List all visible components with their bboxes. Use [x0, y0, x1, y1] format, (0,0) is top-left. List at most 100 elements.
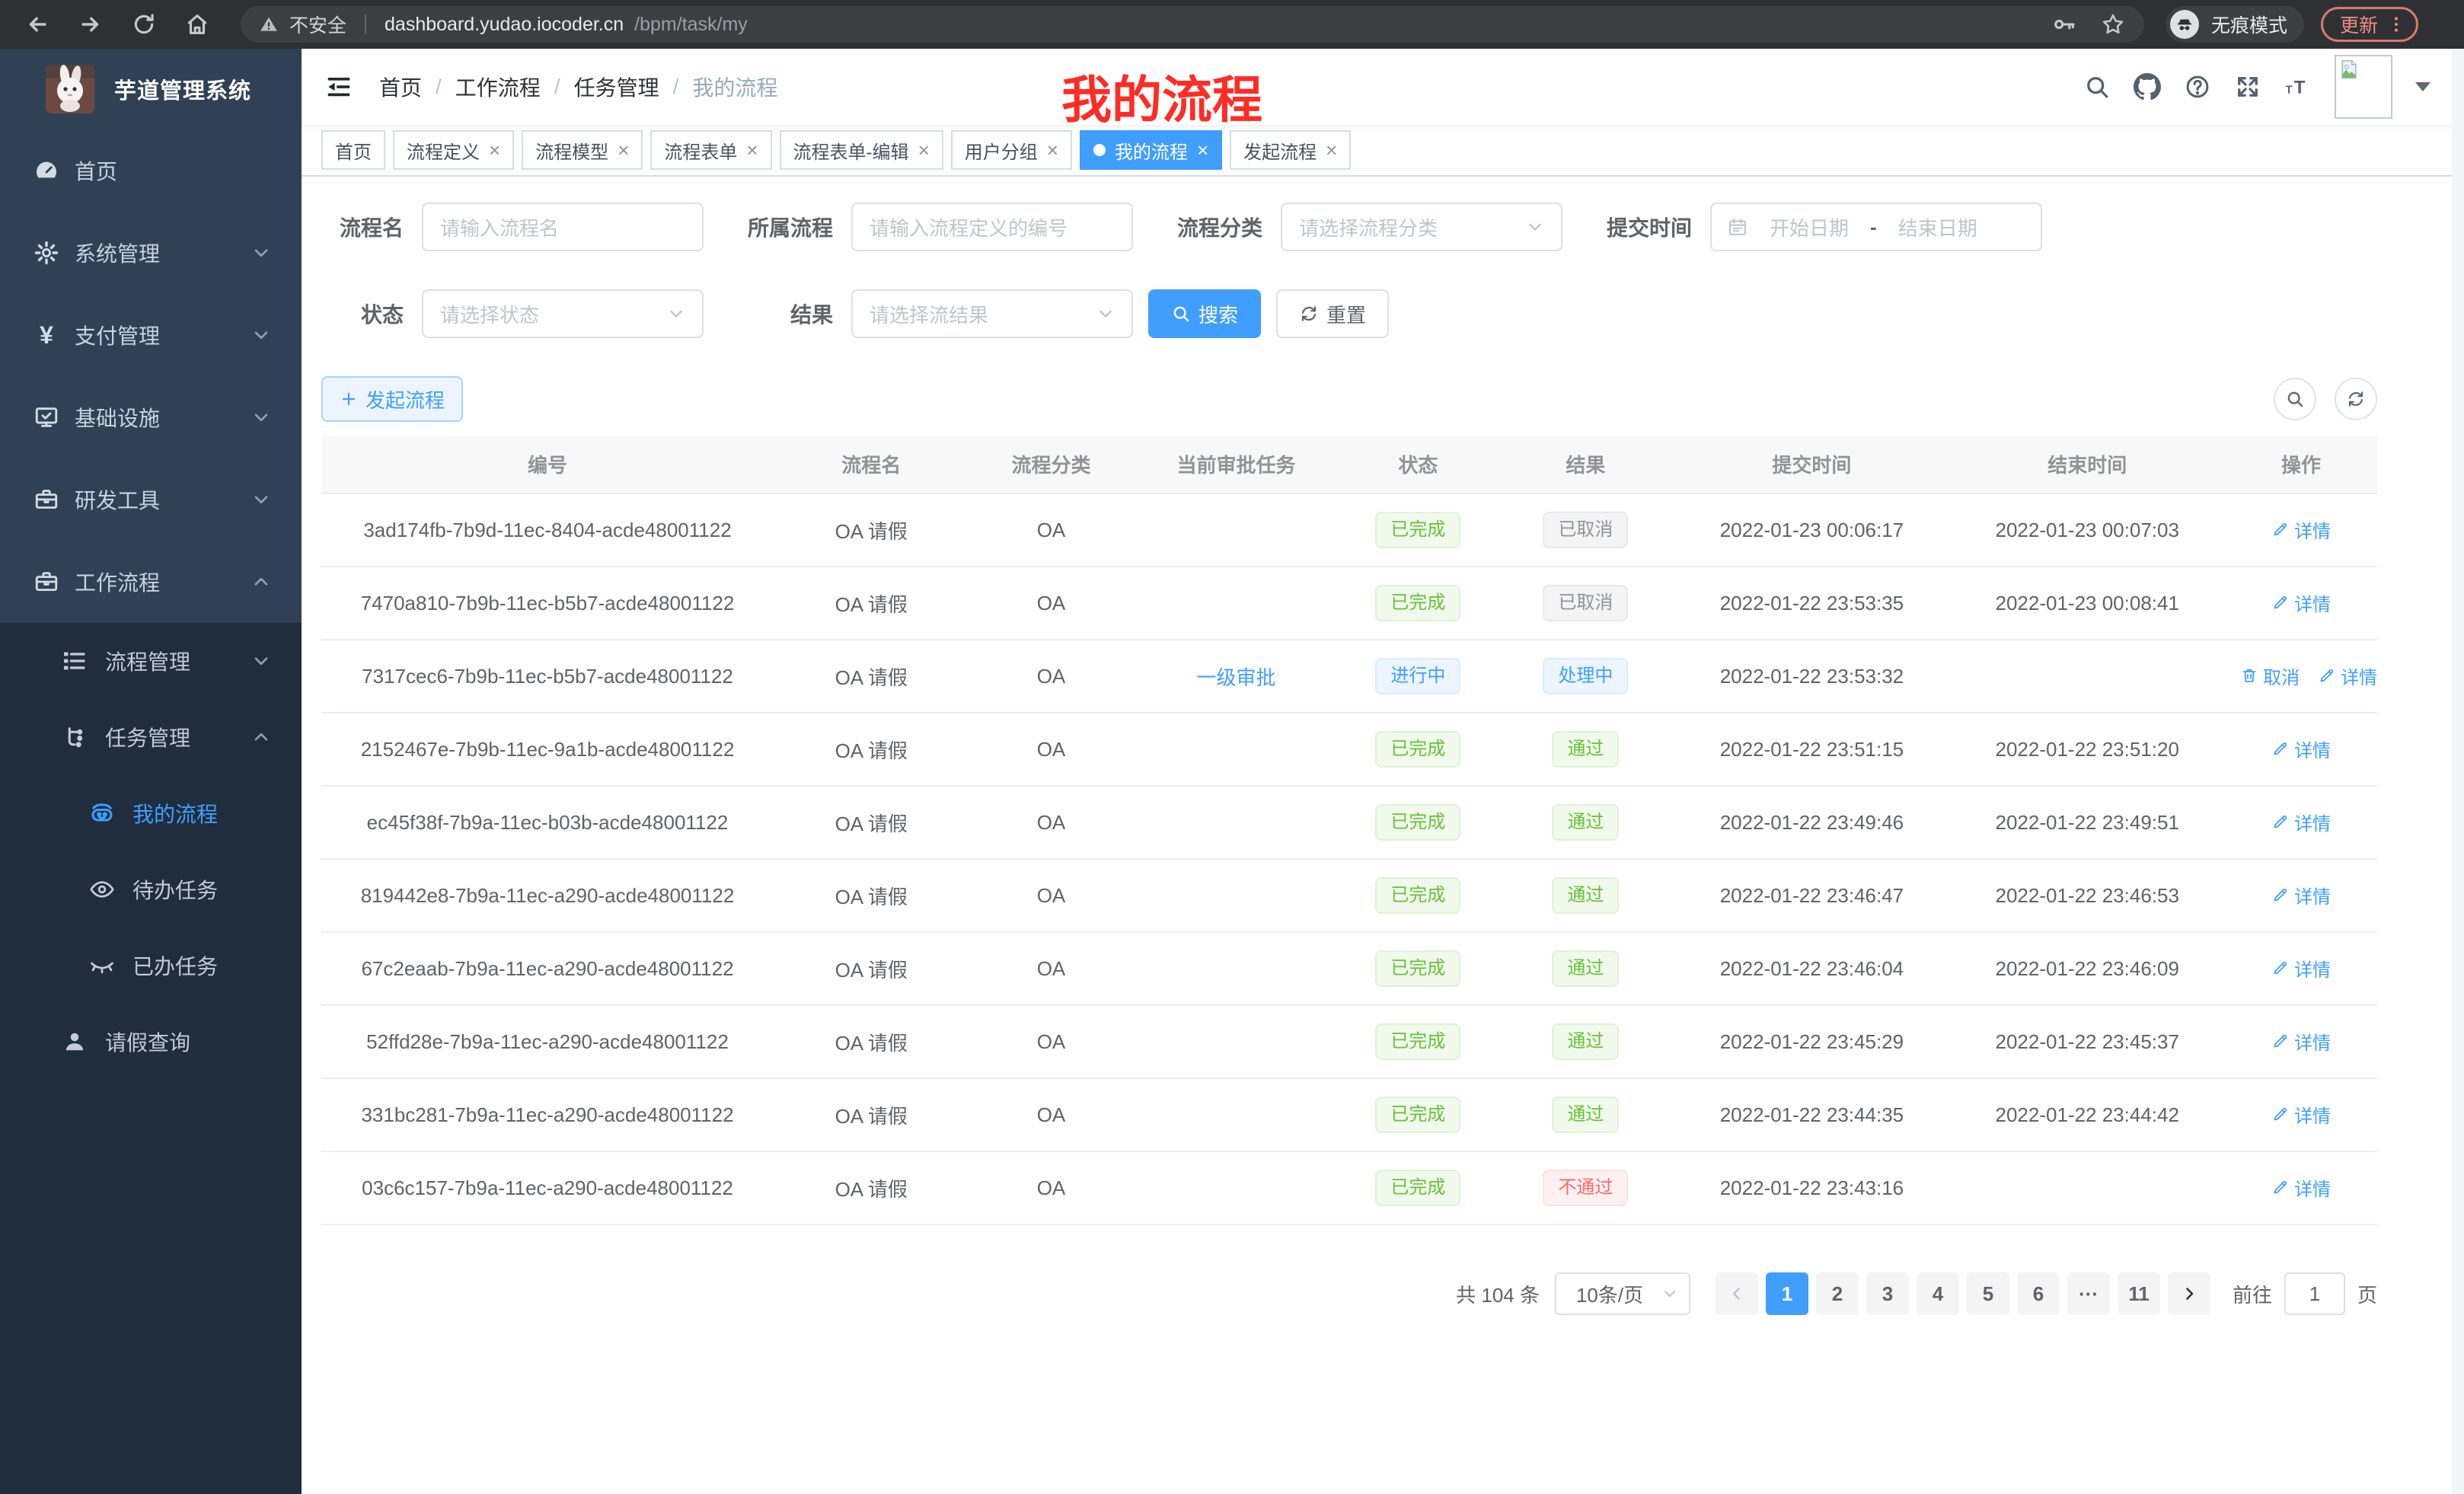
select-input[interactable]: 请选择流程分类	[1281, 203, 1562, 251]
sidebar-item-我的流程[interactable]: 我的流程	[0, 775, 302, 851]
page-button[interactable]: 4	[1917, 1272, 1959, 1315]
close-icon[interactable]: ×	[1197, 140, 1208, 160]
tab-用户分组[interactable]: 用户分组×	[951, 130, 1072, 170]
next-page-button[interactable]	[2168, 1272, 2210, 1315]
help-icon[interactable]	[2184, 73, 2211, 101]
detail-link[interactable]: 详情	[2271, 882, 2331, 908]
current-task-link[interactable]: 一级审批	[1196, 666, 1275, 689]
daterange-input[interactable]: 开始日期-结束日期	[1710, 203, 2042, 251]
tab-流程模型[interactable]: 流程模型×	[522, 130, 643, 170]
breadcrumb-item[interactable]: 工作流程	[455, 72, 541, 102]
caret-down-icon[interactable]	[2415, 82, 2430, 91]
sidebar-item-支付管理[interactable]: ¥支付管理	[0, 294, 302, 376]
refresh-table-button[interactable]	[2335, 378, 2377, 420]
home-icon[interactable]	[184, 11, 210, 37]
detail-link[interactable]: 详情	[2271, 1174, 2331, 1201]
sidebar-item-工作流程[interactable]: 工作流程	[0, 541, 302, 623]
page-size-select[interactable]: 10条/页	[1555, 1272, 1690, 1315]
select-input[interactable]: 请选择状态	[422, 289, 704, 338]
github-icon[interactable]	[2134, 73, 2161, 101]
security-label[interactable]: 不安全	[289, 11, 346, 38]
cell-status: 已完成	[1339, 859, 1497, 932]
tab-流程表单-编辑[interactable]: 流程表单-编辑×	[780, 130, 943, 170]
close-icon[interactable]: ×	[1047, 140, 1058, 160]
text-input[interactable]: 请输入流程名	[422, 203, 704, 251]
forward-icon[interactable]	[78, 11, 104, 37]
sidebar-item-系统管理[interactable]: 系统管理	[0, 212, 302, 294]
detail-link[interactable]: 详情	[2271, 589, 2331, 616]
tab-流程定义[interactable]: 流程定义×	[393, 130, 514, 170]
close-icon[interactable]: ×	[918, 140, 930, 160]
font-size-icon[interactable]: TT	[2284, 73, 2312, 101]
detail-link[interactable]: 详情	[2318, 662, 2377, 689]
status-badge: 已完成	[1375, 585, 1460, 621]
sidebar-item-研发工具[interactable]: 研发工具	[0, 458, 302, 541]
page-content: 流程名请输入流程名所属流程请输入流程定义的编号流程分类请选择流程分类提交时间开始…	[302, 177, 2464, 1494]
sidebar-item-待办任务[interactable]: 待办任务	[0, 851, 302, 927]
detail-link[interactable]: 详情	[2271, 1101, 2331, 1128]
search-icon[interactable]	[2083, 73, 2111, 101]
close-icon[interactable]: ×	[618, 140, 629, 160]
column-header: 结束时间	[1949, 436, 2225, 493]
page-button[interactable]: 3	[1866, 1272, 1909, 1315]
cancel-link[interactable]: 取消	[2240, 662, 2300, 689]
sidebar-item-首页[interactable]: 首页	[0, 129, 302, 212]
refresh-icon	[1299, 304, 1319, 324]
text-input[interactable]: 请输入流程定义的编号	[851, 203, 1133, 251]
page-button[interactable]: 6	[2017, 1272, 2060, 1315]
show-search-button[interactable]	[2274, 378, 2316, 420]
cell-process-name: OA 请假	[774, 859, 969, 932]
sidebar-item-任务管理[interactable]: 任务管理	[0, 699, 302, 775]
tab-流程表单[interactable]: 流程表单×	[650, 130, 771, 170]
close-icon[interactable]: ×	[1326, 140, 1337, 160]
select-input[interactable]: 请选择流结果	[851, 289, 1133, 338]
prev-page-button[interactable]	[1716, 1272, 1758, 1315]
status-badge: 已完成	[1375, 512, 1460, 548]
close-icon[interactable]: ×	[489, 140, 500, 160]
reset-button[interactable]: 重置	[1276, 289, 1389, 338]
detail-link[interactable]: 详情	[2271, 809, 2331, 835]
detail-link[interactable]: 详情	[2271, 1028, 2331, 1055]
kebab-menu-icon[interactable]	[2386, 14, 2407, 35]
close-icon[interactable]: ×	[746, 140, 758, 160]
scrollbar[interactable]	[2452, 49, 2464, 1494]
detail-link[interactable]: 详情	[2271, 516, 2331, 543]
fullscreen-icon[interactable]	[2234, 73, 2261, 101]
update-button[interactable]: 更新	[2321, 7, 2418, 42]
sidebar-item-已办任务[interactable]: 已办任务	[0, 927, 302, 1004]
result-badge: 已取消	[1543, 512, 1628, 548]
tab-发起流程[interactable]: 发起流程×	[1230, 130, 1351, 170]
tab-我的流程[interactable]: 我的流程×	[1080, 130, 1222, 170]
list-tree-icon	[61, 647, 88, 675]
address-bar[interactable]: 不安全 dashboard.yudao.iocoder.cn/bpm/task/…	[241, 6, 2144, 43]
detail-link[interactable]: 详情	[2271, 736, 2331, 762]
table-row: 2152467e-7b9b-11ec-9a1b-acde48001122 OA …	[321, 713, 2377, 786]
tab-首页[interactable]: 首页	[321, 130, 385, 170]
page-button[interactable]: 5	[1967, 1272, 2009, 1315]
page-button[interactable]: 2	[1816, 1272, 1859, 1315]
back-icon[interactable]	[24, 11, 50, 37]
sidebar-item-请假查询[interactable]: 请假查询	[0, 1004, 302, 1080]
app-logo-row[interactable]: 芋道管理系统	[0, 49, 302, 129]
page-button[interactable]: 11	[2118, 1272, 2160, 1315]
breadcrumb-item[interactable]: 首页	[379, 72, 422, 102]
star-icon[interactable]	[2100, 11, 2126, 37]
avatar[interactable]	[2335, 55, 2392, 119]
reload-icon[interactable]	[131, 11, 157, 37]
goto-page-input[interactable]	[2284, 1272, 2345, 1315]
monitor-icon	[34, 404, 59, 430]
detail-link[interactable]: 详情	[2271, 955, 2331, 982]
cell-end-time: 2022-01-22 23:46:53	[1949, 859, 2225, 932]
sidebar-item-流程管理[interactable]: 流程管理	[0, 623, 302, 699]
edit-icon	[2271, 1178, 2290, 1196]
sidebar-collapse-icon[interactable]	[324, 72, 353, 101]
page-button[interactable]: 1	[1766, 1272, 1808, 1315]
filter-label: 提交时间	[1607, 212, 1692, 242]
more-pages-button[interactable]: ···	[2067, 1272, 2110, 1315]
breadcrumb-item[interactable]: 任务管理	[574, 72, 659, 102]
create-process-button[interactable]: 发起流程	[321, 376, 463, 422]
sidebar-item-基础设施[interactable]: 基础设施	[0, 376, 302, 458]
cell-category: OA	[969, 1078, 1133, 1151]
key-icon[interactable]	[2051, 11, 2077, 37]
search-button[interactable]: 搜索	[1148, 289, 1261, 338]
